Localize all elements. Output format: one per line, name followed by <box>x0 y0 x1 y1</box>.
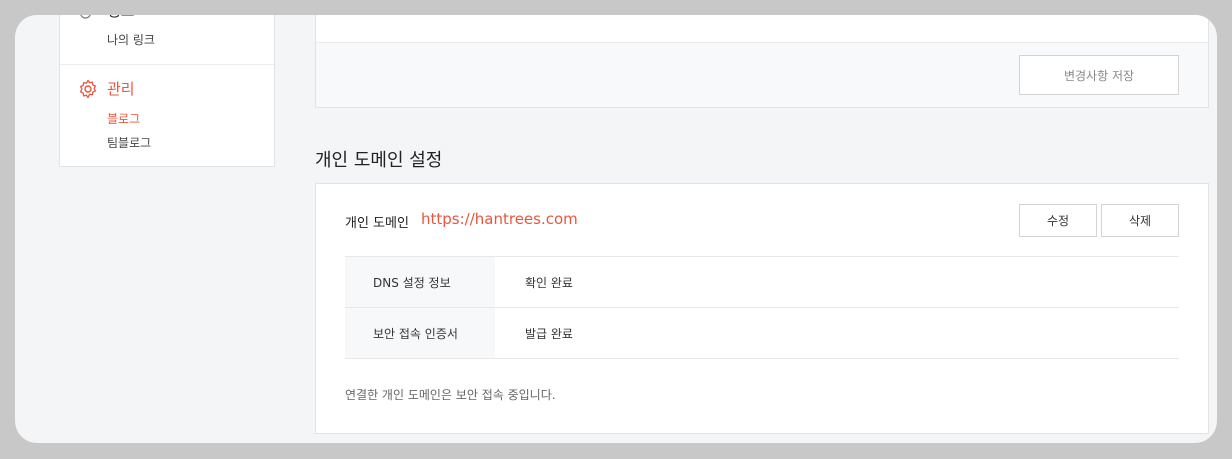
link-icon <box>80 15 91 19</box>
row-key: 보안 접속 인증서 <box>345 308 495 358</box>
table-row: DNS 설정 정보 확인 완료 <box>345 257 1179 308</box>
row-key: DNS 설정 정보 <box>345 257 495 307</box>
row-value: 발급 완료 <box>525 326 573 341</box>
app-window: 링크 나의 링크 관리 블로그 팀블로그 변경사항 저장 개인 도메인 설정 개… <box>15 15 1217 443</box>
table-row: 보안 접속 인증서 발급 완료 <box>345 308 1179 359</box>
domain-info-table: DNS 설정 정보 확인 완료 보안 접속 인증서 발급 완료 <box>345 256 1179 359</box>
sidebar-item-team-blog[interactable]: 팀블로그 <box>107 134 151 151</box>
gear-icon <box>79 79 97 99</box>
domain-url-link[interactable]: https://hantrees.com <box>421 210 578 228</box>
sidebar-group-link-title[interactable]: 링크 <box>107 15 135 21</box>
domain-status-note: 연결한 개인 도메인은 보안 접속 중입니다. <box>345 388 556 402</box>
row-value: 확인 완료 <box>525 275 573 290</box>
edit-button[interactable]: 수정 <box>1019 204 1097 237</box>
delete-button[interactable]: 삭제 <box>1101 204 1179 237</box>
sidebar-divider <box>60 64 274 65</box>
domain-label: 개인 도메인 <box>345 216 409 231</box>
domain-panel: 개인 도메인 https://hantrees.com 수정 삭제 DNS 설정… <box>315 183 1209 434</box>
sidebar-item-blog[interactable]: 블로그 <box>107 110 140 127</box>
sidebar-group-manage-title[interactable]: 관리 <box>107 78 135 99</box>
sidebar: 링크 나의 링크 관리 블로그 팀블로그 <box>59 15 275 167</box>
section-title: 개인 도메인 설정 <box>315 150 443 171</box>
settings-save-panel: 변경사항 저장 <box>315 15 1209 108</box>
settings-panel-content <box>316 15 1208 43</box>
sidebar-item-my-link[interactable]: 나의 링크 <box>107 31 155 48</box>
save-changes-button[interactable]: 변경사항 저장 <box>1019 55 1179 95</box>
